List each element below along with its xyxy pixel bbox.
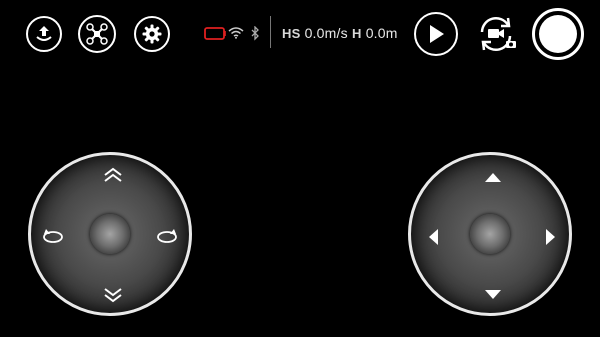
status-divider — [270, 16, 271, 48]
horizontal-speed-readout: HS 0.0m/s — [282, 25, 348, 41]
camera-switch-icon — [480, 16, 516, 52]
left-joystick[interactable] — [28, 152, 192, 316]
play-icon — [430, 25, 444, 43]
bluetooth-icon — [251, 26, 259, 41]
double-chevron-up-icon — [104, 167, 122, 182]
triangle-up-icon — [485, 173, 501, 182]
drone-mode-button[interactable] — [78, 15, 116, 53]
battery-icon — [204, 27, 226, 40]
double-chevron-down-icon — [104, 288, 122, 303]
h-value: 0.0m — [365, 25, 398, 41]
shutter-icon — [539, 15, 577, 53]
height-readout: H 0.0m — [352, 25, 398, 41]
triangle-left-icon — [429, 229, 438, 245]
h-label: H — [352, 26, 362, 41]
takeoff-icon — [36, 26, 52, 41]
gear-icon — [142, 24, 162, 44]
shutter-button[interactable] — [532, 8, 584, 60]
settings-button[interactable] — [134, 16, 170, 52]
right-joystick-knob[interactable] — [470, 214, 510, 254]
drone-icon — [86, 23, 108, 45]
hs-label: HS — [282, 26, 301, 41]
right-joystick[interactable] — [408, 152, 572, 316]
hs-value: 0.0m/s — [304, 25, 348, 41]
takeoff-button[interactable] — [26, 16, 62, 52]
play-button[interactable] — [414, 12, 458, 56]
triangle-right-icon — [546, 229, 555, 245]
camera-switch-button[interactable] — [474, 12, 518, 56]
triangle-down-icon — [485, 290, 501, 299]
rotate-ccw-icon — [43, 229, 63, 243]
wifi-icon — [228, 27, 244, 39]
rotate-cw-icon — [157, 229, 177, 243]
left-joystick-knob[interactable] — [90, 214, 130, 254]
